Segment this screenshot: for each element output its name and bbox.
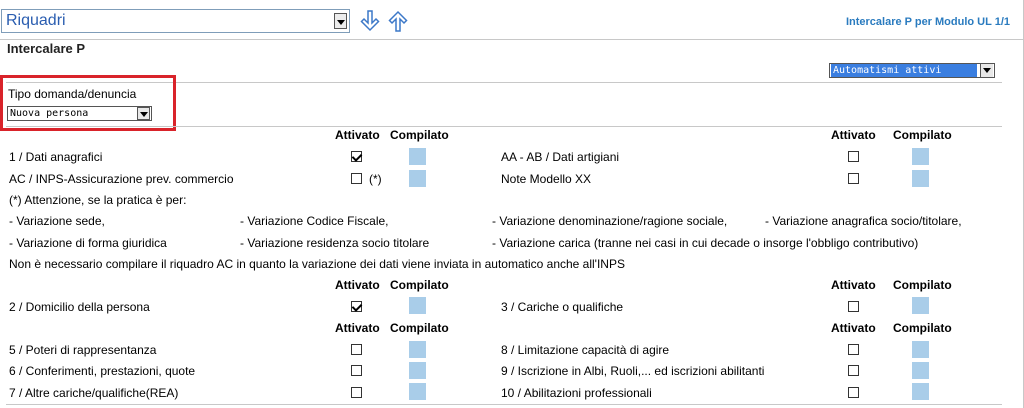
note-item: - Variazione carica (tranne nei casi in … <box>492 236 919 250</box>
toolbar: Riquadri Intercalare P per Modulo UL 1/1 <box>0 0 1024 40</box>
attivato-header: Attivato <box>831 321 876 335</box>
riquadro-label: 5 / Poteri di rappresentanza <box>9 343 157 357</box>
attivato-checkbox[interactable] <box>351 344 362 355</box>
divider <box>0 39 1024 40</box>
compilato-header: Compilato <box>390 278 449 292</box>
riquadro-label: 7 / Altre cariche/qualifiche(REA) <box>9 386 179 400</box>
compilato-indicator <box>409 341 426 358</box>
divider <box>6 404 1002 405</box>
highlight-box <box>0 75 176 131</box>
attivato-checkbox[interactable] <box>848 173 859 184</box>
note-item: - Variazione Codice Fiscale, <box>240 214 389 228</box>
chevron-down-icon[interactable] <box>980 64 993 77</box>
compilato-header: Compilato <box>893 128 952 142</box>
compilato-header: Compilato <box>893 278 952 292</box>
attivato-checkbox[interactable] <box>351 151 362 162</box>
compilato-indicator <box>912 383 929 400</box>
riquadro-label: 6 / Conferimenti, prestazioni, quote <box>9 364 196 378</box>
attivato-checkbox[interactable] <box>848 151 859 162</box>
attivato-checkbox[interactable] <box>848 365 859 376</box>
note-item: - Variazione anagrafica socio/titolare, <box>765 214 962 228</box>
note-item: - Variazione di forma giuridica <box>9 236 167 250</box>
module-page-label: Intercalare P per Modulo UL 1/1 <box>845 16 1010 28</box>
tipo-domanda-value: Nuova persona <box>10 108 89 119</box>
attivato-header: Attivato <box>335 278 380 292</box>
attention-note: (*) Attenzione, se la pratica è per: <box>9 193 187 207</box>
footer-note: Non è necessario compilare il riquadro A… <box>9 257 625 271</box>
compilato-indicator <box>409 170 426 187</box>
riquadro-label: 3 / Cariche o qualifiche <box>501 300 624 314</box>
compilato-indicator <box>912 148 929 165</box>
riquadri-select[interactable]: Riquadri <box>1 9 350 33</box>
compilato-indicator <box>912 297 929 314</box>
note-item: - Variazione sede, <box>9 214 105 228</box>
chevron-down-icon[interactable] <box>137 107 150 120</box>
riquadro-label: AC / INPS-Assicurazione prev. commercio <box>9 172 234 186</box>
compilato-indicator <box>409 297 426 314</box>
riquadro-label: Note Modello XX <box>501 172 592 186</box>
riquadro-label: AA - AB / Dati artigiani <box>501 150 620 164</box>
riquadri-select-value: Riquadri <box>6 12 66 29</box>
divider <box>6 126 1002 127</box>
compilato-header: Compilato <box>390 321 449 335</box>
compilato-indicator <box>912 341 929 358</box>
riquadro-label: 10 / Abilitazioni professionali <box>501 386 652 400</box>
automatismi-select-value: Automatismi attivi <box>831 64 977 77</box>
attivato-checkbox[interactable] <box>848 344 859 355</box>
attivato-checkbox[interactable] <box>848 301 859 312</box>
tipo-domanda-label: Tipo domanda/denuncia <box>8 87 137 101</box>
compilato-indicator <box>912 170 929 187</box>
attivato-checkbox[interactable] <box>848 387 859 398</box>
tipo-domanda-select[interactable]: Nuova persona <box>7 106 152 121</box>
automatismi-select[interactable]: Automatismi attivi <box>829 63 995 78</box>
attivato-header: Attivato <box>831 128 876 142</box>
attivato-header: Attivato <box>335 321 380 335</box>
attivato-header: Attivato <box>831 278 876 292</box>
asterisk-note-marker: (*) <box>369 172 382 186</box>
section-title: Intercalare P <box>7 41 86 56</box>
compilato-indicator <box>409 383 426 400</box>
riquadro-label: 9 / Iscrizione in Albi, Ruoli,... ed isc… <box>501 364 765 378</box>
riquadro-label: 8 / Limitazione capacità di agire <box>501 343 670 357</box>
riquadro-label: 1 / Dati anagrafici <box>9 150 103 164</box>
arrow-down-icon[interactable] <box>359 9 381 33</box>
chevron-down-icon[interactable] <box>334 13 347 29</box>
attivato-checkbox[interactable] <box>351 301 362 312</box>
compilato-indicator <box>409 148 426 165</box>
note-item: - Variazione denominazione/ragione socia… <box>492 214 728 228</box>
attivato-header: Attivato <box>335 128 380 142</box>
compilato-indicator <box>912 362 929 379</box>
attivato-checkbox[interactable] <box>351 387 362 398</box>
compilato-header: Compilato <box>390 128 449 142</box>
attivato-checkbox[interactable] <box>351 365 362 376</box>
riquadro-label: 2 / Domicilio della persona <box>9 300 150 314</box>
compilato-indicator <box>409 362 426 379</box>
attivato-checkbox[interactable] <box>351 173 362 184</box>
arrow-up-icon[interactable] <box>387 9 409 33</box>
compilato-header: Compilato <box>893 321 952 335</box>
note-item: - Variazione residenza socio titolare <box>240 236 430 250</box>
